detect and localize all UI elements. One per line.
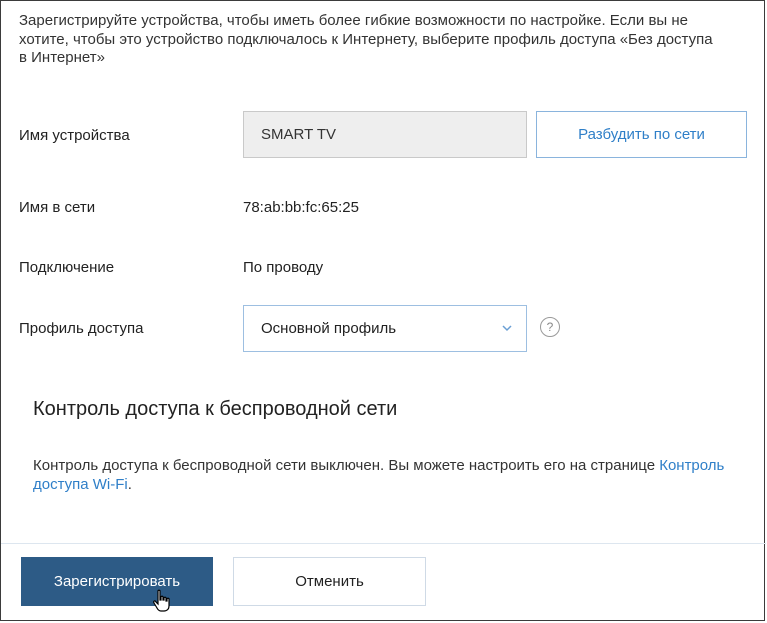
connection-value: По проводу: [243, 259, 324, 276]
access-profile-selected: Основной профиль: [261, 320, 397, 337]
device-name-field[interactable]: SMART TV: [243, 111, 527, 158]
wireless-control-suffix: .: [127, 476, 132, 493]
wireless-control-description: Контроль доступа к беспроводной сети вык…: [33, 457, 660, 474]
intro-text: Зарегистрируйте устройства, чтобы иметь …: [19, 12, 713, 66]
network-name-label: Имя в сети: [19, 199, 96, 216]
hand-cursor-icon: [153, 589, 170, 612]
network-name-value: 78:ab:bb:fc:65:25: [243, 199, 359, 216]
wireless-control-title: Контроль доступа к беспроводной сети: [33, 398, 398, 420]
cancel-button[interactable]: Отменить: [233, 557, 426, 606]
connection-label: Подключение: [19, 259, 115, 276]
wake-on-lan-button[interactable]: Разбудить по сети: [536, 111, 747, 158]
footer-divider: [1, 543, 766, 544]
wireless-control-text: Контроль доступа к беспроводной сети вык…: [33, 456, 733, 494]
access-profile-label: Профиль доступа: [19, 320, 144, 337]
register-button[interactable]: Зарегистрировать: [21, 557, 213, 606]
access-profile-select[interactable]: Основной профиль: [243, 305, 527, 352]
chevron-down-icon: [502, 325, 512, 332]
device-name-label: Имя устройства: [19, 127, 130, 144]
help-icon[interactable]: ?: [540, 317, 560, 337]
